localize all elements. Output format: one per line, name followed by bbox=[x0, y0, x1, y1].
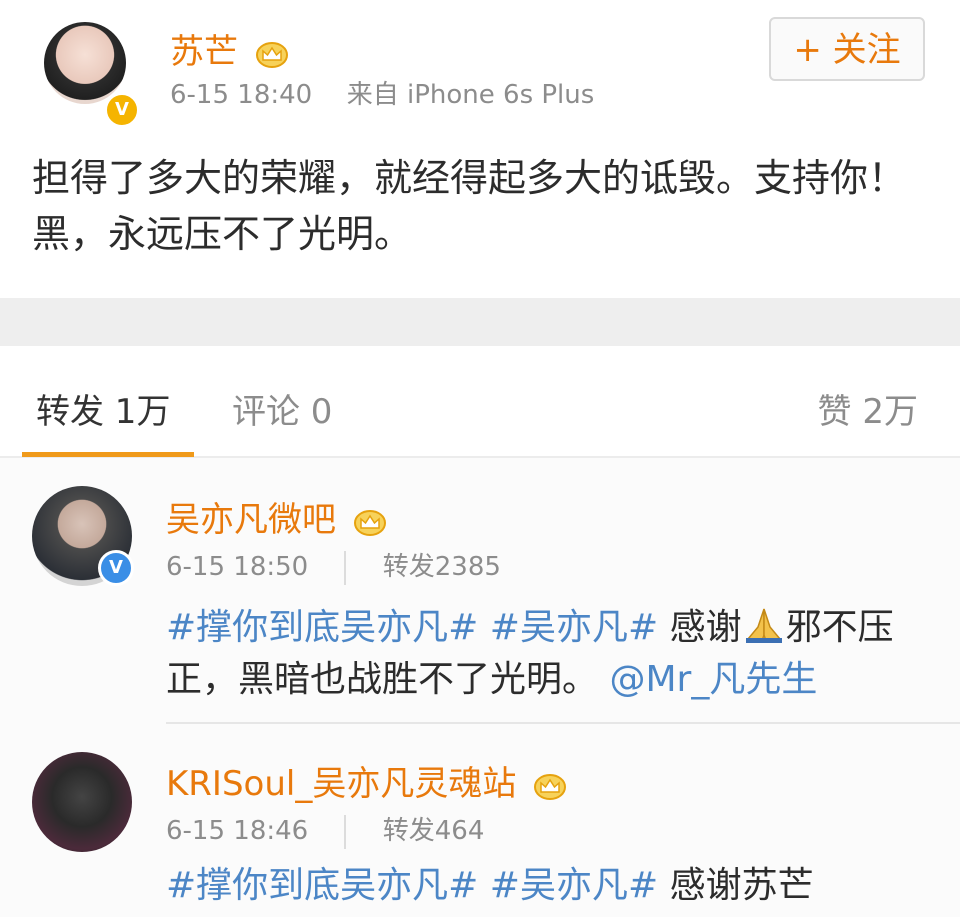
repost-time: 6-15 18:50 bbox=[166, 552, 309, 582]
crown-icon bbox=[534, 773, 567, 800]
avatar[interactable] bbox=[32, 752, 132, 852]
repost-meta: 6-15 18:50 转发2385 bbox=[166, 546, 501, 585]
repost-meta: 6-15 18:46 转发464 bbox=[166, 810, 484, 849]
repost-time: 6-15 18:46 bbox=[166, 816, 309, 846]
section-divider bbox=[0, 298, 960, 346]
post-meta: 6-15 18:40 来自 iPhone 6s Plus bbox=[170, 74, 594, 111]
tab-comment[interactable]: 评论 0 bbox=[232, 384, 332, 433]
repost-username-row[interactable]: KRISoul_吴亦凡灵魂站 bbox=[166, 756, 567, 805]
hashtag-link[interactable]: #吴亦凡# bbox=[490, 607, 658, 648]
avatar[interactable] bbox=[44, 22, 126, 104]
hashtag-link[interactable]: #撑你到底吴亦凡# bbox=[166, 607, 478, 648]
interaction-tabs: 转发 1万 评论 0 赞 2万 bbox=[0, 346, 960, 458]
follow-button[interactable]: + 关注 bbox=[769, 17, 925, 81]
repost-count: 转发2385 bbox=[382, 552, 501, 582]
weibo-post: V 苏芒 6-15 18:40 来自 iPhone 6s Plus + 关注 担… bbox=[0, 0, 960, 298]
post-source[interactable]: 来自 iPhone 6s Plus bbox=[347, 80, 595, 110]
hashtag-link[interactable]: #撑你到底吴亦凡# bbox=[166, 865, 478, 906]
post-username[interactable]: 苏芒 bbox=[170, 32, 238, 72]
mention-link[interactable]: @Mr_凡先生 bbox=[609, 659, 817, 700]
active-tab-indicator bbox=[22, 452, 194, 457]
repost-username[interactable]: 吴亦凡微吧 bbox=[166, 500, 336, 540]
repost-text: #撑你到底吴亦凡# #吴亦凡# 感谢 邪不压正，黑暗也战胜不了光明。 @Mr_凡… bbox=[166, 602, 926, 706]
verified-icon: V bbox=[104, 92, 140, 128]
repost-count: 转发464 bbox=[382, 816, 485, 846]
repost-text: #撑你到底吴亦凡# #吴亦凡# 感谢苏芒 bbox=[166, 860, 926, 912]
hashtag-link[interactable]: #吴亦凡# bbox=[490, 865, 658, 906]
tab-like[interactable]: 赞 2万 bbox=[818, 384, 918, 433]
repost-username-row[interactable]: 吴亦凡微吧 bbox=[166, 492, 387, 541]
verified-icon: V bbox=[98, 550, 134, 586]
tab-repost[interactable]: 转发 1万 bbox=[36, 384, 170, 433]
list-divider bbox=[166, 722, 960, 724]
post-username-row[interactable]: 苏芒 bbox=[170, 24, 289, 73]
post-time: 6-15 18:40 bbox=[170, 80, 313, 110]
repost-text-part: 感谢苏芒 bbox=[669, 865, 814, 906]
praying-hands-icon bbox=[745, 608, 782, 643]
repost-text-part: 感谢 bbox=[669, 607, 742, 648]
meta-separator bbox=[344, 814, 347, 849]
post-text: 担得了多大的荣耀，就经得起多大的诋毁。支持你！黑，永远压不了光明。 bbox=[32, 156, 907, 256]
repost-username[interactable]: KRISoul_吴亦凡灵魂站 bbox=[166, 764, 516, 804]
crown-icon bbox=[255, 41, 288, 68]
crown-icon bbox=[353, 509, 386, 536]
meta-separator bbox=[344, 550, 347, 585]
